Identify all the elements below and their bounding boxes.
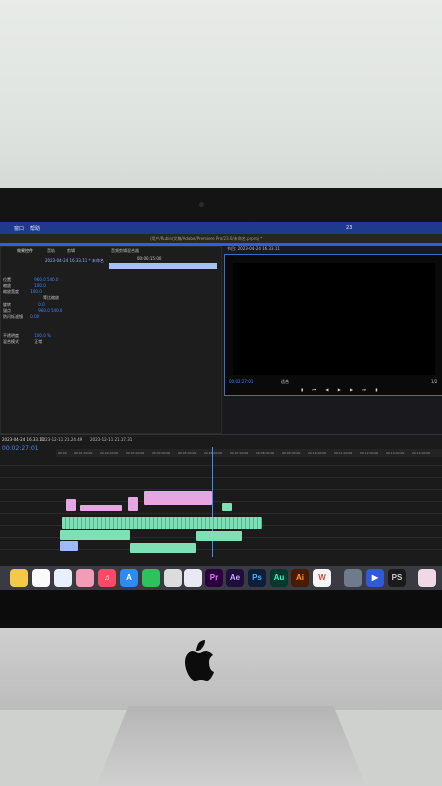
clip-name: 2023-04-24 16.33.11 * 未命名 <box>45 258 104 263</box>
tab-lumetri[interactable]: 音轨 <box>47 248 55 254</box>
clock: 23 <box>346 225 353 231</box>
tab-audio-mixer[interactable]: 音频剪辑混合器 <box>111 248 139 254</box>
program-monitor: 节目: 2023-04-24 16.33.11 00:02:27:01 适合 1… <box>224 246 442 396</box>
track-divider <box>0 513 442 514</box>
photoshop-icon[interactable]: Ps <box>248 569 266 587</box>
time-ruler[interactable]: 00:00 00:01:00:00 00:02:00:00 00:03:00:0… <box>56 449 442 457</box>
photoshop-alt-icon[interactable]: PS <box>388 569 406 587</box>
app-store-icon[interactable]: A <box>120 569 138 587</box>
camera-icon <box>199 202 204 207</box>
after-effects-icon[interactable]: Ae <box>226 569 244 587</box>
monitor-chin <box>0 628 442 710</box>
apple-logo-icon <box>185 640 214 681</box>
monitor-title: 节目: 2023-04-24 16.33.11 <box>227 246 280 251</box>
tab-clip[interactable]: 剪辑 <box>67 248 75 254</box>
track-divider <box>0 477 442 478</box>
premiere-icon[interactable]: Pr <box>205 569 223 587</box>
audio-clip[interactable] <box>62 517 262 529</box>
resolution-dropdown[interactable]: 1/2 <box>431 379 437 384</box>
timeline-timecode[interactable]: 00:02:27:01 <box>2 445 39 452</box>
photos-icon[interactable] <box>76 569 94 587</box>
notes-icon[interactable] <box>10 569 28 587</box>
illustrator-icon[interactable]: Ai <box>291 569 309 587</box>
window-title: /用户/Rubin/文稿/Adobe/Premiere Pro/23.0/未命名… <box>0 234 442 243</box>
tab-sequence-2[interactable]: 2023-12-11 21.24.49 <box>40 437 82 442</box>
fit-dropdown[interactable]: 适合 <box>281 379 289 385</box>
video-clip[interactable] <box>80 505 122 511</box>
audio-clip[interactable] <box>60 530 130 540</box>
transport-controls[interactable]: ▮ ⏮ ◀ ▶ ▶ ⏭ ▮ <box>301 387 381 392</box>
menu-window[interactable]: 窗口 <box>14 225 24 232</box>
audio-clip[interactable] <box>60 541 78 551</box>
audio-clip[interactable] <box>196 531 242 541</box>
tab-sequence-1[interactable]: 2023-04-24 16.33.11 <box>2 437 44 442</box>
trash-icon[interactable] <box>418 569 436 587</box>
maps-icon[interactable] <box>54 569 72 587</box>
track-divider <box>0 465 442 466</box>
system-preferences-icon[interactable] <box>164 569 182 587</box>
monitor-stand <box>96 706 366 786</box>
tab-sequence-3[interactable]: 2023-12-11 21.17.31 <box>90 437 132 442</box>
video-frame <box>233 263 435 375</box>
monitor-timecode[interactable]: 00:02:27:01 <box>229 379 253 384</box>
fx-timecode: 00:00:15:00 <box>137 256 162 261</box>
wps-icon[interactable]: W <box>313 569 331 587</box>
wechat-icon[interactable] <box>142 569 160 587</box>
fx-row-anti-flicker[interactable]: 防闪烁滤镜 0.00 <box>3 314 39 320</box>
audition-icon[interactable]: Au <box>270 569 288 587</box>
track-divider <box>0 489 442 490</box>
clip-bar <box>109 263 217 269</box>
timeline-panel: 2023-04-24 16.33.11 2023-12-11 21.24.49 … <box>0 434 442 565</box>
downloads-icon[interactable]: ▶ <box>366 569 384 587</box>
macos-menubar: 窗口 帮助 23 <box>0 222 442 234</box>
video-clip[interactable] <box>66 499 76 511</box>
audio-clip[interactable] <box>130 543 196 553</box>
audio-clip[interactable] <box>222 503 232 511</box>
imac-screen: 窗口 帮助 23 /用户/Rubin/文稿/Adobe/Premiere Pro… <box>0 222 442 590</box>
effect-controls-panel: 效果控件 音轨 剪辑 音频剪辑混合器 2023-04-24 16.33.11 *… <box>0 246 222 434</box>
macos-dock: ♫ A Pr Ae Ps Au Ai W ▶ PS <box>0 566 442 590</box>
fx-row-blend-mode[interactable]: 混合模式 正常 <box>3 339 42 345</box>
video-clip[interactable] <box>128 497 138 511</box>
reminders-icon[interactable] <box>32 569 50 587</box>
wall-background <box>0 0 442 210</box>
fx-row-scale-width[interactable]: 缩放宽度 100.0 <box>3 289 42 295</box>
video-clip[interactable] <box>144 491 212 505</box>
chrome-icon[interactable] <box>184 569 202 587</box>
music-icon[interactable]: ♫ <box>98 569 116 587</box>
fx-row-uniform-scale[interactable]: 等比缩放 <box>43 295 59 301</box>
menu-help[interactable]: 帮助 <box>30 225 40 232</box>
tab-effect-controls[interactable]: 效果控件 <box>17 248 33 254</box>
finder-utility-icon[interactable] <box>344 569 362 587</box>
